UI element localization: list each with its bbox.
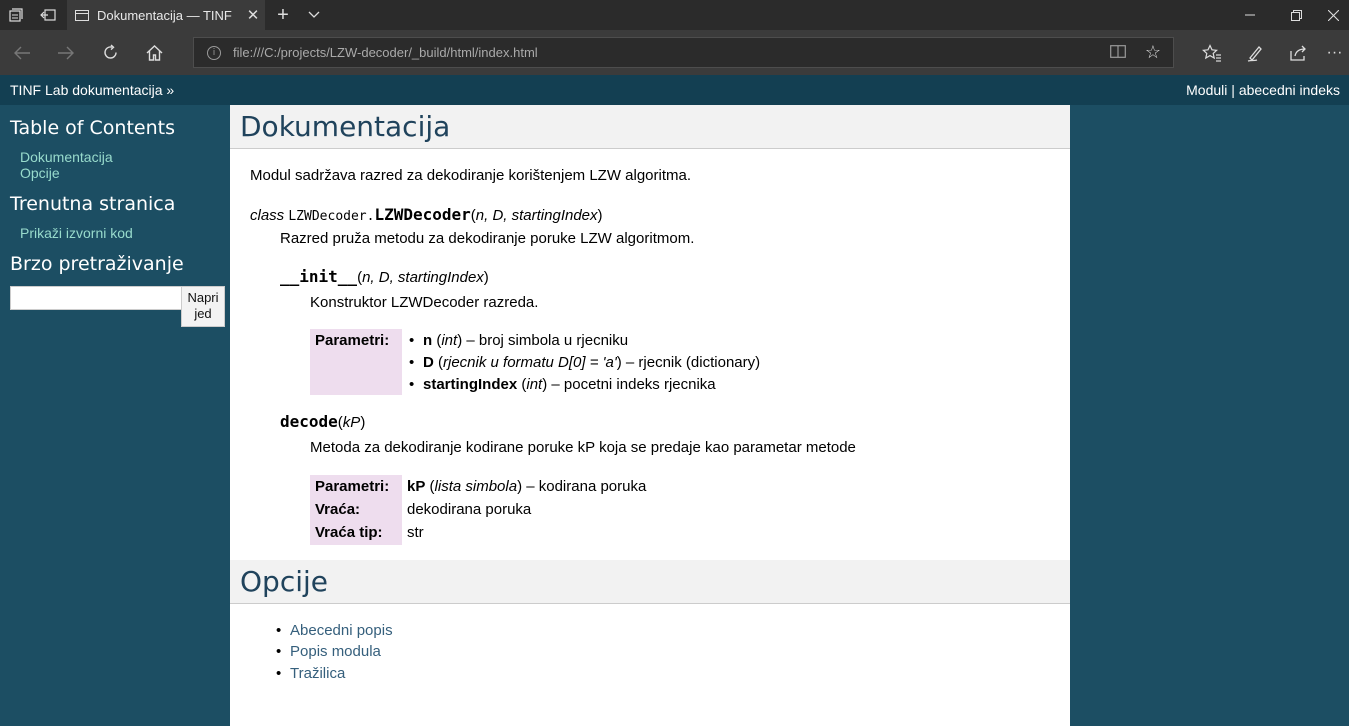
init-signature: __init__(n, D, startingIndex) bbox=[280, 267, 489, 286]
active-tab[interactable]: Dokumentacija — TINF ✕ bbox=[67, 0, 265, 30]
decode-description: Metoda za dekodiranje kodirane poruke kP… bbox=[310, 439, 856, 456]
param-item: • startingIndex (int) – pocetni indeks rj… bbox=[409, 376, 716, 393]
new-tab-icon[interactable]: + bbox=[272, 0, 294, 30]
class-module-prefix: LZWDecoder. bbox=[288, 209, 375, 224]
search-button[interactable]: Napri jed bbox=[181, 286, 225, 327]
reading-view-icon[interactable] bbox=[1103, 44, 1133, 61]
back-icon[interactable] bbox=[0, 30, 44, 75]
related-bar: TINF Lab dokumentacija » Moduli | abeced… bbox=[0, 75, 1349, 105]
show-source-link[interactable]: Prikaži izvorni kod bbox=[20, 225, 133, 241]
decode-param-name: kP bbox=[407, 478, 426, 495]
param-desc: – pocetni indeks rjecnika bbox=[551, 376, 716, 393]
main-content: Dokumentacija Modul sadržava razred za d… bbox=[230, 105, 1070, 726]
param-name: n bbox=[423, 332, 433, 349]
home-link[interactable]: TINF Lab dokumentacija bbox=[10, 82, 163, 98]
favorites-icon[interactable] bbox=[1190, 30, 1234, 75]
param-desc: – broj simbola u rjecniku bbox=[466, 332, 629, 349]
decode-paren-close: ) bbox=[360, 414, 366, 431]
decode-param-desc: – kodirana poruka bbox=[526, 478, 647, 495]
decode-params-label: Parametri: bbox=[310, 475, 402, 498]
returns-label: Vraća: bbox=[310, 498, 402, 521]
quick-search-heading: Brzo pretraživanje bbox=[10, 253, 184, 275]
class-signature: class LZWDecoder.LZWDecoder(n, D, starti… bbox=[250, 205, 603, 224]
search-input[interactable] bbox=[10, 286, 182, 310]
browser-nav-bar: i file:///C:/projects/LZW-decoder/_build… bbox=[0, 30, 1349, 75]
chevron-down-icon[interactable] bbox=[302, 0, 326, 30]
param-name: D bbox=[423, 354, 434, 371]
options-heading: Opcije bbox=[230, 560, 1070, 604]
search-button-line2: jed bbox=[194, 306, 212, 321]
page-icon bbox=[75, 9, 89, 21]
decode-param-type: lista simbola bbox=[434, 478, 518, 495]
toc-heading: Table of Contents bbox=[10, 117, 175, 139]
pen-icon[interactable] bbox=[1234, 30, 1278, 75]
return-type-label: Vraća tip: bbox=[310, 521, 402, 545]
toc-item-opcije[interactable]: Opcije bbox=[20, 165, 60, 181]
address-bar[interactable]: i file:///C:/projects/LZW-decoder/_build… bbox=[193, 37, 1174, 68]
decode-signature: decode(kP) bbox=[280, 412, 365, 431]
modules-link[interactable]: Moduli bbox=[1186, 82, 1227, 98]
breadcrumb: TINF Lab dokumentacija » bbox=[10, 82, 174, 98]
sidebar: Table of Contents Dokumentacija Opcije T… bbox=[0, 105, 230, 726]
return-type-value: str bbox=[407, 524, 424, 541]
star-icon[interactable]: ☆ bbox=[1133, 42, 1173, 63]
minimize-icon[interactable] bbox=[1227, 0, 1273, 30]
list-item: • Popis modula bbox=[276, 643, 381, 660]
decode-name: decode bbox=[280, 412, 338, 431]
tab-title: Dokumentacija — TINF bbox=[97, 7, 232, 23]
decode-param: kP (lista simbola) – kodirana poruka bbox=[407, 478, 647, 495]
related-separator: | bbox=[1231, 82, 1235, 98]
init-name: __init__ bbox=[280, 267, 358, 286]
info-icon[interactable]: i bbox=[207, 45, 221, 60]
restore-icon[interactable] bbox=[1273, 0, 1319, 30]
param-type: int bbox=[526, 376, 543, 393]
param-item: • n (int) – broj simbola u rjecniku bbox=[409, 332, 629, 349]
general-index-link[interactable]: abecedni indeks bbox=[1239, 82, 1340, 98]
param-type: rjecnik u formatu D[0] = 'a' bbox=[443, 354, 617, 371]
class-paren-close: ) bbox=[597, 207, 603, 224]
module-intro: Modul sadržava razred za dekodiranje kor… bbox=[250, 167, 692, 184]
home-icon[interactable] bbox=[132, 30, 176, 75]
init-args: n, D, startingIndex bbox=[362, 269, 484, 286]
breadcrumb-separator: » bbox=[166, 82, 175, 98]
close-icon[interactable]: ✕ bbox=[241, 6, 265, 24]
general-index-option-link[interactable]: Abecedni popis bbox=[290, 622, 393, 639]
toc-item-dokumentacija[interactable]: Dokumentacija bbox=[20, 149, 113, 165]
search-button-line1: Napri bbox=[187, 290, 219, 305]
set-aside-tabs-icon[interactable] bbox=[32, 0, 63, 30]
browser-tab-bar: Dokumentacija — TINF ✕ + bbox=[0, 0, 1349, 30]
list-item: • Tražilica bbox=[276, 665, 346, 682]
current-page-heading: Trenutna stranica bbox=[10, 193, 176, 215]
window-close-icon[interactable] bbox=[1318, 0, 1349, 30]
param-type: int bbox=[441, 332, 458, 349]
page-title: Dokumentacija bbox=[230, 105, 1070, 149]
module-index-option-link[interactable]: Popis modula bbox=[290, 643, 381, 660]
init-description: Konstruktor LZWDecoder razreda. bbox=[310, 294, 539, 311]
related-links: Moduli | abecedni indeks bbox=[1186, 82, 1340, 98]
class-args: n, D, startingIndex bbox=[475, 207, 598, 224]
forward-icon[interactable] bbox=[44, 30, 88, 75]
more-icon[interactable]: ··· bbox=[1320, 30, 1349, 75]
refresh-icon[interactable] bbox=[88, 30, 132, 75]
init-params-label: Parametri: bbox=[310, 329, 402, 395]
init-paren-close: ) bbox=[483, 269, 489, 286]
param-desc: – rjecnik (dictionary) bbox=[625, 354, 761, 371]
tab-preview-icon[interactable] bbox=[0, 0, 31, 30]
param-item: • D (rjecnik u formatu D[0] = 'a') – rjec… bbox=[409, 354, 761, 371]
param-name: startingIndex bbox=[423, 376, 518, 393]
returns-value: dekodirana poruka bbox=[407, 501, 532, 518]
list-item: • Abecedni popis bbox=[276, 622, 393, 639]
url-text[interactable]: file:///C:/projects/LZW-decoder/_build/h… bbox=[233, 45, 1103, 60]
class-name: LZWDecoder bbox=[374, 205, 471, 224]
class-description: Razred pruža metodu za dekodiranje poruk… bbox=[280, 230, 695, 247]
class-keyword: class bbox=[250, 207, 285, 224]
search-option-link[interactable]: Tražilica bbox=[290, 665, 345, 682]
decode-args: kP bbox=[342, 414, 361, 431]
share-icon[interactable] bbox=[1277, 30, 1321, 75]
